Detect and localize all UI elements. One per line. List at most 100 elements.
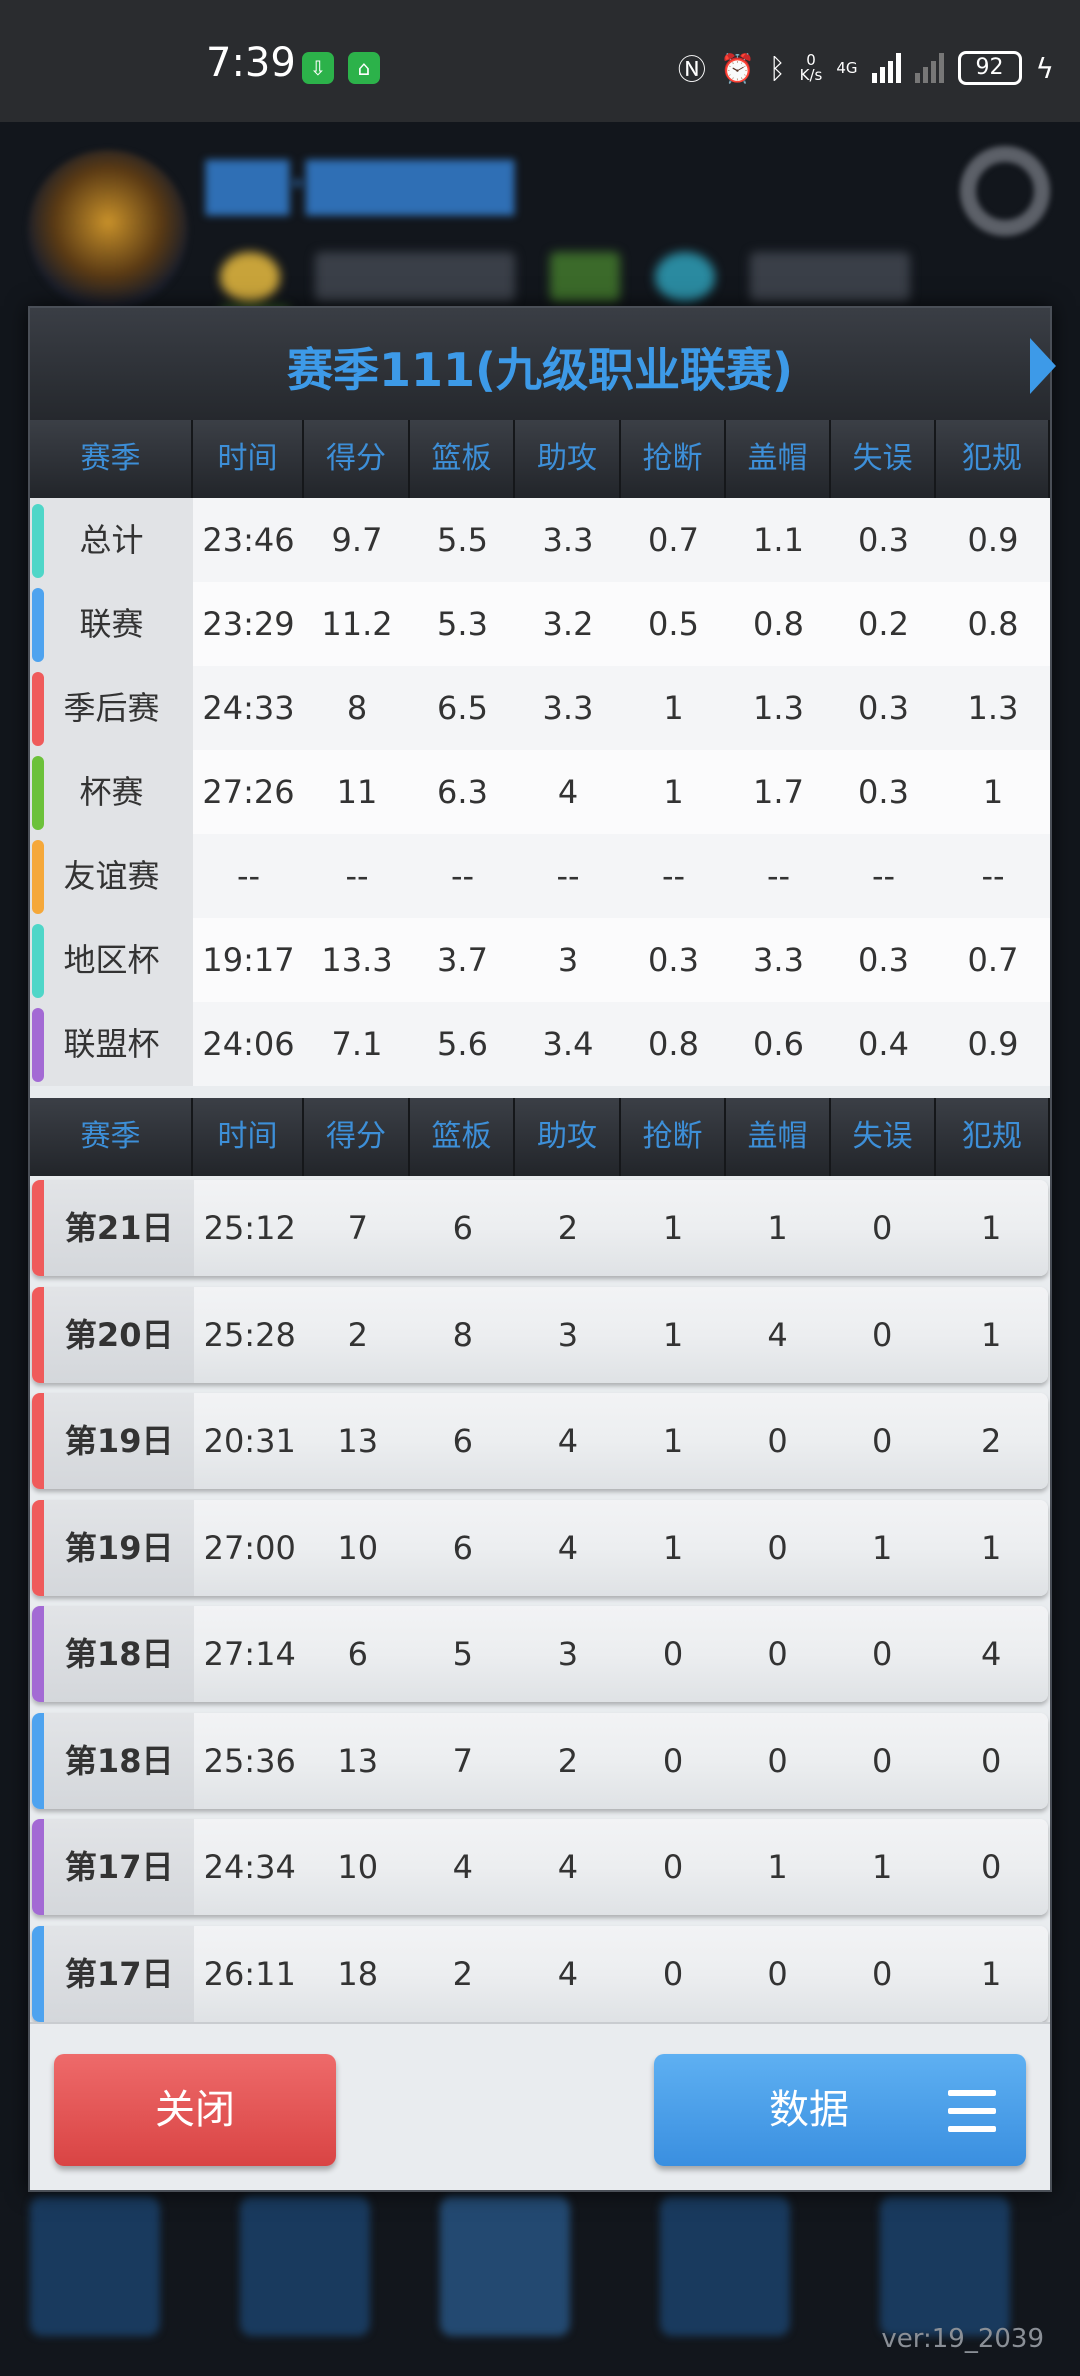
category-color-tab [32, 672, 44, 746]
game-cell: 1 [981, 1954, 1002, 1993]
game-cell: 0 [662, 1741, 684, 1780]
column-header: 盖帽 [726, 420, 831, 498]
summary-cell: 0.3 [831, 666, 936, 750]
game-row[interactable]: 第18日 27:14 6 5 3 0 0 0 4 [32, 1606, 1048, 1702]
game-cell: 3 [557, 1635, 579, 1673]
summary-cell: 3.7 [410, 918, 515, 1002]
game-cell: 2 [557, 1741, 579, 1780]
game-cell: 2 [452, 1954, 474, 1993]
summary-cell: 13.3 [304, 918, 410, 1002]
summary-cell: 5.6 [410, 1002, 515, 1086]
column-header: 得分 [304, 1098, 410, 1176]
summary-cell: 5.5 [410, 498, 515, 582]
summary-cell: 1.3 [726, 666, 831, 750]
summary-cell: -- [936, 834, 1050, 918]
summary-row-label: 联盟杯 [30, 1002, 193, 1086]
summary-cell: 0.4 [831, 1002, 936, 1086]
charging-icon: ϟ [1035, 51, 1054, 85]
bluetooth-icon: ᛒ [768, 51, 786, 85]
dialog-title: 赛季111(九级职业联赛) [286, 343, 794, 397]
summary-row-label: 友谊赛 [30, 834, 193, 918]
game-cell: 10 [337, 1528, 379, 1567]
summary-cell: 1.7 [726, 750, 831, 834]
game-type-color-tab [32, 1393, 44, 1489]
summary-cell: 0.6 [726, 1002, 831, 1086]
game-row[interactable]: 第17日 26:11 18 2 4 0 0 0 1 [32, 1925, 1048, 2022]
game-cell: 1 [662, 1209, 684, 1247]
column-header: 篮板 [410, 420, 515, 498]
game-cell: 18 [337, 1954, 379, 1993]
summary-cell: -- [410, 834, 515, 918]
summary-cell: -- [831, 834, 936, 918]
summary-cell: 3 [515, 918, 621, 1002]
summary-cell: 3.3 [726, 918, 831, 1002]
team-name-blurred: ▇▇·▇▇▇▇▇ [206, 152, 514, 215]
column-header: 助攻 [515, 420, 621, 498]
category-color-tab [32, 1008, 44, 1082]
summary-row: 地区杯 19:17 13.3 3.7 3 0.3 3.3 0.3 0.7 [30, 918, 1050, 1002]
summary-cell: 23:46 [193, 498, 304, 582]
game-cell: 4 [557, 1954, 579, 1993]
summary-cell: 0.7 [621, 498, 726, 582]
summary-cell: 3.4 [515, 1002, 621, 1086]
game-cell: 0 [871, 1741, 893, 1780]
category-color-tab [32, 840, 44, 914]
game-cell: 0 [981, 1848, 1002, 1886]
next-season-arrow-icon[interactable] [1030, 338, 1056, 394]
game-cell: 6 [452, 1528, 474, 1567]
game-cell: 27:00 [203, 1528, 296, 1567]
game-row[interactable]: 第20日 25:28 2 8 3 1 4 0 1 [32, 1286, 1048, 1383]
summary-cell: -- [193, 834, 304, 918]
game-row[interactable]: 第21日 25:12 7 6 2 1 1 0 1 [32, 1180, 1048, 1276]
summary-cell: 5.3 [410, 582, 515, 666]
close-button[interactable]: 关闭 [54, 2054, 336, 2166]
summary-cell: 11.2 [304, 582, 410, 666]
summary-cell: 24:33 [193, 666, 304, 750]
team-logo [28, 150, 188, 310]
summary-cell: -- [726, 834, 831, 918]
game-cell: 2 [347, 1315, 368, 1354]
game-cell: 26:11 [203, 1954, 296, 1993]
game-cell: 0 [981, 1741, 1002, 1780]
game-row[interactable]: 第18日 25:36 13 7 2 0 0 0 0 [32, 1712, 1048, 1809]
game-cell: 2 [557, 1209, 579, 1247]
game-day-label: 第17日 [44, 1925, 195, 2022]
summary-header-row: 赛季 时间 得分 篮板 助攻 抢断 盖帽 失误 犯规 [30, 420, 1050, 498]
game-cell: 6 [347, 1635, 368, 1673]
game-cell: 0 [871, 1954, 893, 1993]
game-row[interactable]: 第17日 24:34 10 4 4 0 1 1 0 [32, 1819, 1048, 1915]
signal-icon [871, 53, 901, 83]
game-cell: 4 [557, 1422, 579, 1460]
stats-dialog: 赛季111(九级职业联赛) 赛季 时间 得分 篮板 助攻 抢断 盖帽 失误 犯规 总计 23:46… [28, 306, 1056, 2192]
game-cell: 4 [452, 1848, 474, 1886]
summary-cell: 0.8 [726, 582, 831, 666]
summary-row-label: 总计 [30, 498, 193, 582]
game-cell: 3 [557, 1315, 579, 1354]
game-cell: 13 [337, 1422, 379, 1460]
summary-cell: 0.3 [831, 498, 936, 582]
nfc-icon: Ⓝ [677, 53, 706, 86]
column-header: 赛季 [30, 1098, 193, 1176]
summary-cell: 6.5 [410, 666, 515, 750]
game-cell: 1 [662, 1315, 684, 1354]
menu-icon [948, 2090, 996, 2132]
summary-cell: -- [515, 834, 621, 918]
signal-2-icon [914, 53, 944, 83]
game-cell: 25:36 [203, 1741, 296, 1780]
game-cell: 20:31 [203, 1422, 296, 1460]
game-day-label: 第21日 [44, 1180, 195, 1276]
game-cell: 4 [557, 1848, 579, 1886]
dialog-footer: 关闭 数据 [30, 2022, 1050, 2190]
category-color-tab [32, 504, 44, 578]
game-row[interactable]: 第19日 20:31 13 6 4 1 0 0 2 [32, 1393, 1048, 1489]
game-cell: 1 [662, 1528, 684, 1567]
summary-cell: 1 [936, 750, 1050, 834]
data-button[interactable]: 数据 [654, 2054, 1026, 2166]
status-time: 7:39 [206, 40, 296, 86]
game-cell: 0 [767, 1954, 788, 1993]
summary-cell: 3.2 [515, 582, 621, 666]
column-header: 失误 [831, 420, 936, 498]
game-cell: 2 [981, 1422, 1002, 1460]
game-row[interactable]: 第19日 27:00 10 6 4 1 0 1 1 [32, 1499, 1048, 1596]
version-label: ver:19_2039 [881, 2324, 1044, 2354]
